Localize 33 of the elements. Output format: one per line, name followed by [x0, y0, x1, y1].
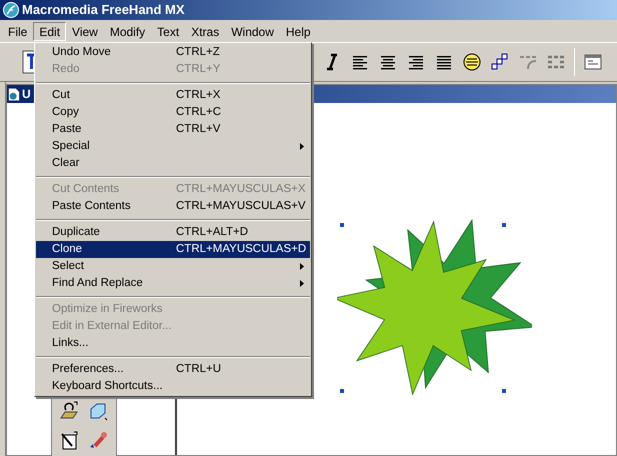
selection-handle[interactable] — [340, 389, 344, 393]
linked-boxes-icon[interactable] — [490, 52, 510, 72]
menu-item[interactable]: Xtras — [185, 22, 226, 40]
menu-item[interactable]: Keyboard Shortcuts... — [36, 378, 310, 395]
menu-item[interactable]: Preferences... CTRL+U — [36, 361, 310, 378]
menu-item[interactable]: File — [2, 22, 34, 40]
menu-item[interactable]: Paste CTRL+V — [36, 121, 310, 138]
menu-item[interactable]: View — [66, 22, 104, 40]
menu-item[interactable]: Find And Replace — [36, 275, 310, 292]
menu-item[interactable]: Paste Contents CTRL+MAYUSCULAS+V — [36, 198, 310, 215]
menu-item[interactable]: Window — [225, 22, 280, 40]
menu-item[interactable]: Duplicate CTRL+ALT+D — [36, 224, 310, 241]
menu-item[interactable]: Edit — [33, 22, 66, 40]
menu-item[interactable]: Modify — [104, 22, 152, 40]
menu-item[interactable]: Help — [280, 22, 317, 40]
circle-lines-icon[interactable] — [462, 52, 482, 72]
menu-item[interactable]: Cut CTRL+X — [36, 87, 310, 104]
window-icon[interactable] — [583, 52, 603, 72]
document-title: U — [22, 86, 31, 103]
selection-handle[interactable] — [340, 223, 344, 227]
menu-item[interactable]: Select — [36, 258, 310, 275]
selection-handle[interactable] — [502, 223, 506, 227]
menu-item[interactable]: Clear — [36, 155, 310, 172]
menu-item[interactable]: Links... — [36, 335, 310, 352]
menu-item[interactable]: Copy CTRL+C — [36, 104, 310, 121]
app-logo-icon — [3, 2, 19, 18]
selection-handle[interactable] — [502, 389, 506, 393]
menu-item[interactable]: Text — [151, 22, 186, 40]
menu-item[interactable]: Clone CTRL+MAYUSCULAS+D — [36, 241, 310, 258]
document-icon — [8, 86, 20, 102]
window-title: Macromedia FreeHand MX — [22, 1, 185, 20]
menu-item[interactable]: Undo Move CTRL+Z — [36, 44, 310, 61]
menu-item[interactable]: Special — [36, 138, 310, 155]
